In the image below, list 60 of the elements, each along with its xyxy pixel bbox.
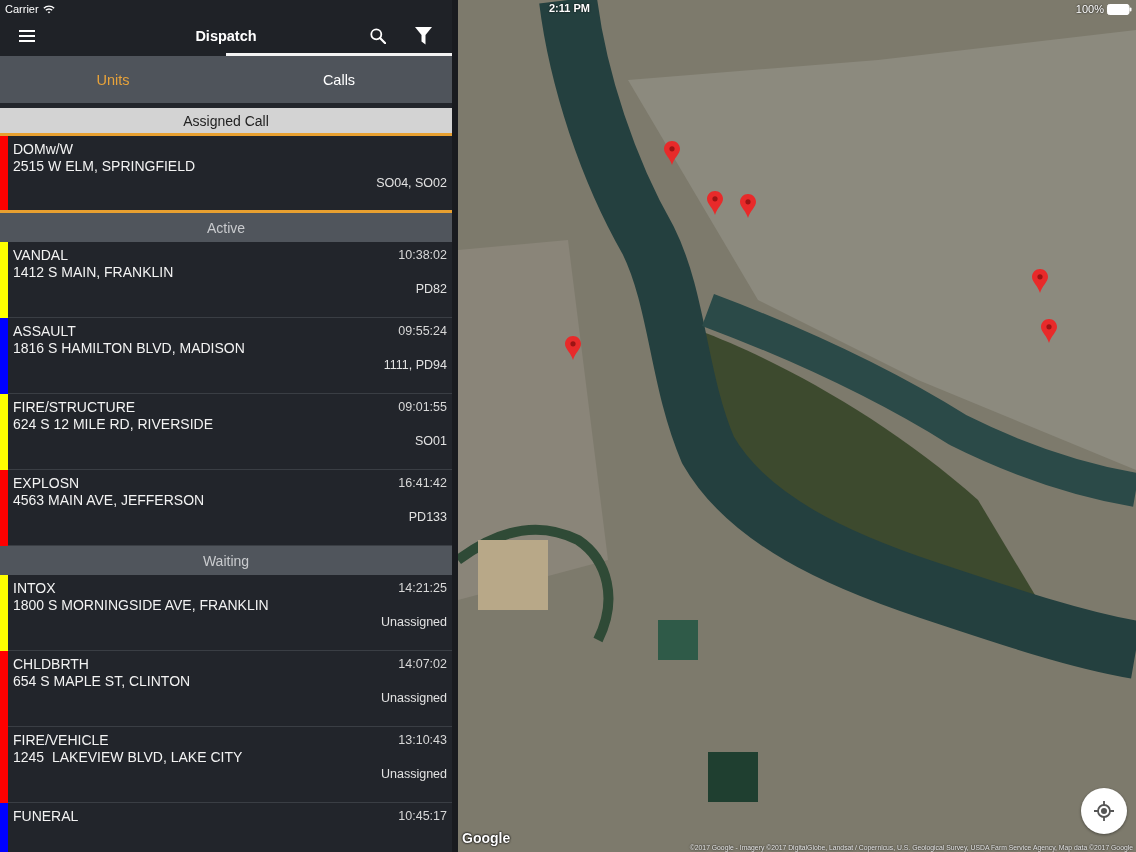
call-list-item[interactable]: FIRE/VEHICLE 13:10:43 1245 LAKEVIEW BLVD, LAKE CITY Unassigned [0,727,452,803]
map-pin-icon[interactable] [740,194,756,218]
call-list-item[interactable]: CHLDBRTH 14:07:02 654 S MAPLE ST, CLINTON Unassigned [0,651,452,727]
map-pin-icon[interactable] [664,141,680,165]
call-address: 4563 MAIN AVE, JEFFERSON [13,491,206,508]
call-type: VANDAL [13,246,69,263]
map-provider-logo: Google [462,830,511,846]
call-time: 10:38:02 [398,247,447,262]
battery-icon [1107,3,1132,15]
call-address: 1245 LAKEVIEW BLVD, LAKE CITY [13,748,244,765]
status-time: 2:11 PM [549,2,590,14]
carrier-name: Carrier [5,3,39,15]
call-time: 14:21:25 [398,580,447,595]
call-time: 14:07:02 [398,656,447,671]
call-list-item[interactable]: INTOX 14:21:25 1800 S MORNINGSIDE AVE, FRANKLIN Unassigned [0,575,452,651]
wifi-icon [42,4,55,14]
call-type: ASSAULT [13,322,77,339]
section-header: Assigned Call [0,108,452,133]
call-type: CHLDBRTH [13,655,90,672]
call-list-item[interactable]: VANDAL 10:38:02 1412 S MAIN, FRANKLIN PD82 [0,242,452,318]
call-list-item[interactable]: EXPLOSN 16:41:42 4563 MAIN AVE, JEFFERSON PD133 [0,470,452,546]
map-pin-icon[interactable] [1032,269,1048,293]
call-address: 1800 S MORNINGSIDE AVE, FRANKLIN [13,596,270,613]
call-address: 1816 S HAMILTON BLVD, MADISON [13,339,246,356]
assigned-units: PD133 [408,509,447,524]
assigned-units: Unassigned [381,614,447,629]
assigned-units: SO04, SO02 [376,175,447,190]
call-address: 624 S 12 MILE RD, RIVERSIDE [13,415,214,432]
map-pin-icon[interactable] [1041,319,1057,343]
section-header: Active [0,213,452,242]
call-type: FUNERAL [13,807,80,824]
call-address: 2515 W ELM, SPRINGFIELD [13,157,197,174]
call-type: EXPLOSN [13,474,81,491]
call-list-item[interactable]: ASSAULT 09:55:24 1816 S HAMILTON BLVD, MADISON 1111, PD94 [0,318,452,394]
call-address: 654 S MAPLE ST, CLINTON [13,672,192,689]
filter-icon [414,26,432,45]
call-time: 09:55:24 [398,323,447,338]
call-type: FIRE/VEHICLE [13,731,110,748]
call-type: DOMw/W [13,140,74,157]
menu-icon [19,29,35,42]
call-time: 10:45:17 [398,808,447,823]
call-type: INTOX [13,579,57,596]
map-pin-icon[interactable] [565,336,581,360]
map-pin-icon[interactable] [707,191,723,215]
assigned-units: SO01 [415,433,447,448]
assigned-units: PD82 [415,281,447,296]
assigned-units: Unassigned [381,766,447,781]
search-icon [370,27,386,44]
assigned-units: Unassigned [381,690,447,705]
call-time: 16:41:42 [398,475,447,490]
header-title: Dispatch [195,27,257,44]
call-time: 09:01:55 [398,399,447,414]
battery-percent: 100% [1075,3,1104,15]
call-type: FIRE/STRUCTURE [13,398,137,415]
call-time: 13:10:43 [398,732,447,747]
assigned-units: 1111, PD94 [383,357,447,372]
crosshair-icon [1094,801,1114,821]
call-list-item[interactable]: FIRE/STRUCTURE 09:01:55 624 S 12 MILE RD, RIVERSIDE SO01 [0,394,452,470]
section-header: Waiting [0,546,452,575]
call-address: 1412 S MAIN, FRANKLIN [13,263,175,280]
